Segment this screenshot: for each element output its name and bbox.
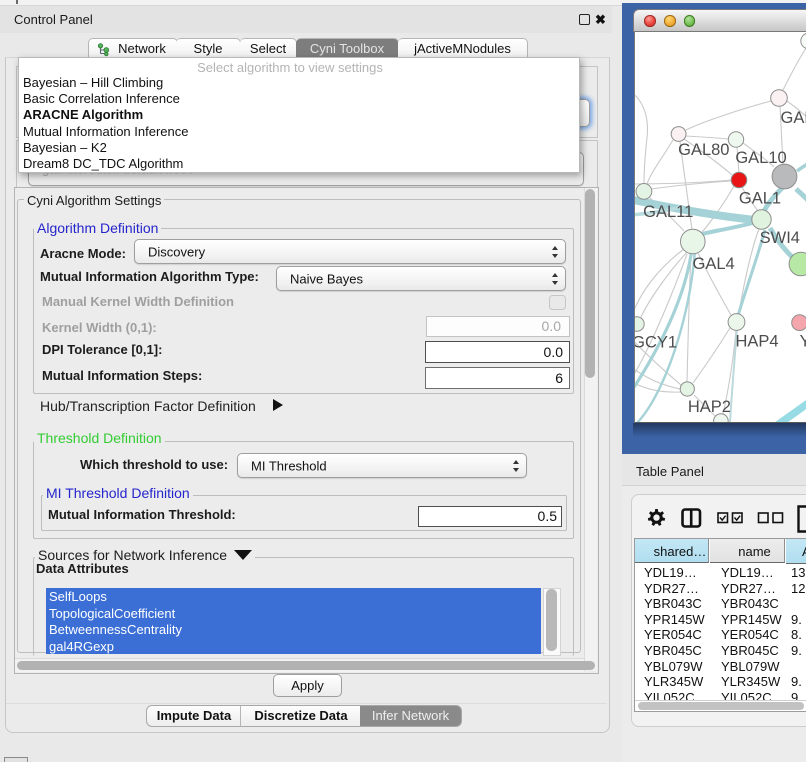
svg-text:GAL80: GAL80 [678, 141, 729, 159]
svg-text:HAP4: HAP4 [735, 332, 778, 350]
svg-text:GAL10: GAL10 [735, 149, 786, 167]
svg-text:GCY1: GCY1 [635, 334, 677, 352]
svg-text:HAP2: HAP2 [688, 398, 731, 416]
svg-text:SWI4: SWI4 [760, 229, 800, 247]
svg-text:GAL8: GAL8 [781, 109, 806, 127]
svg-text:GAL11: GAL11 [643, 203, 693, 221]
svg-text:Y: Y [800, 332, 806, 350]
svg-text:GAL4: GAL4 [692, 255, 734, 273]
svg-text:GAL1: GAL1 [739, 190, 781, 208]
